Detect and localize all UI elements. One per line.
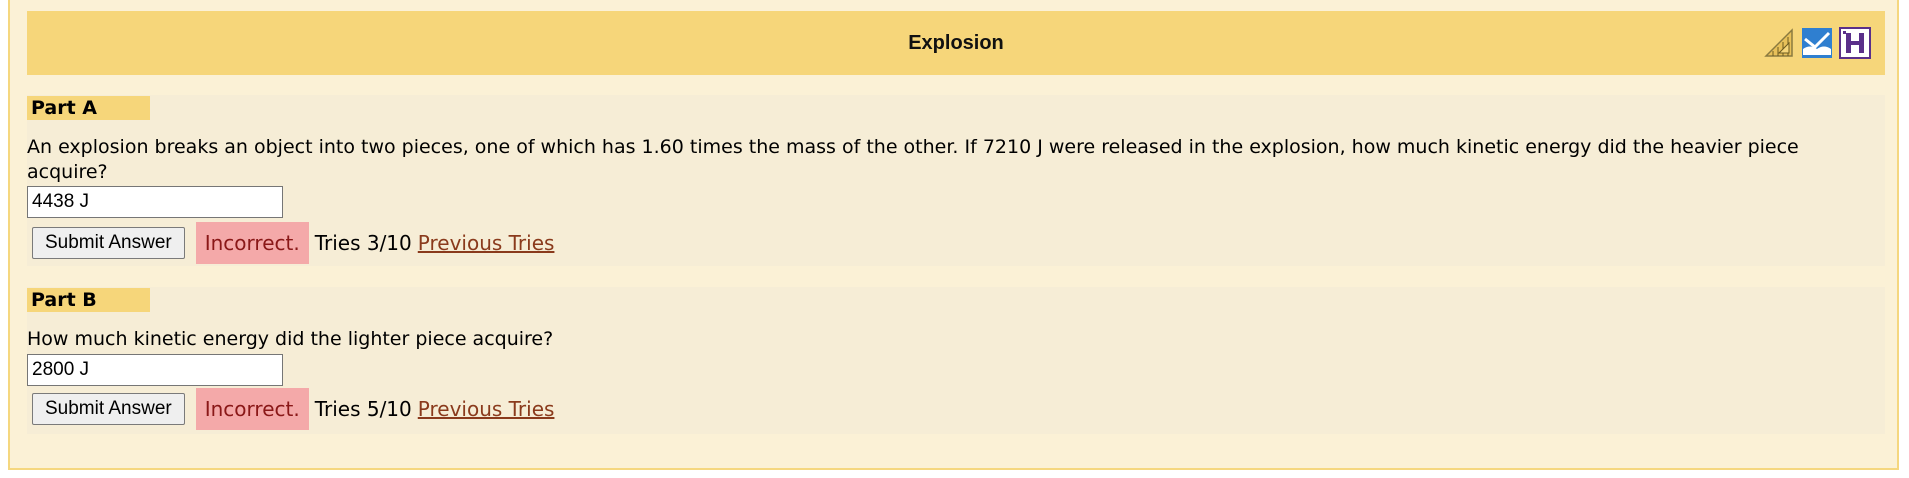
part-a-status-badge: Incorrect. [195,222,309,264]
part-b-label: Part B [27,288,150,312]
part-b-question: How much kinetic energy did the lighter … [27,328,554,350]
part-b-controls: Submit Answer Incorrect. Tries 5/10 Prev… [27,388,554,430]
part-a-controls: Submit Answer Incorrect. Tries 3/10 Prev… [27,222,554,264]
title-toolbar [1763,27,1871,59]
problem-title: Explosion [908,32,1004,54]
part-a-answer-input[interactable] [27,186,283,218]
part-b-tries-count: Tries 5/10 [314,397,412,421]
part-b-answer-input[interactable] [27,354,283,386]
part-b-submit-button[interactable]: Submit Answer [32,393,185,425]
part-b-previous-tries-link[interactable]: Previous Tries [418,397,555,421]
part-b-status-badge: Incorrect. [195,388,309,430]
part-a: Part A An explosion breaks an object int… [27,95,1885,266]
part-a-previous-tries-link[interactable]: Previous Tries [418,231,555,255]
part-a-question: An explosion breaks an object into two p… [27,136,1799,183]
feedback-triangle-icon[interactable] [1763,27,1795,59]
part-a-label: Part A [27,96,150,120]
discussion-book-icon[interactable] [1801,27,1833,59]
part-b: Part B How much kinetic energy did the l… [27,287,1885,434]
part-a-submit-button[interactable]: Submit Answer [32,227,185,259]
problem-title-bar: Explosion [27,11,1885,75]
part-a-tries-count: Tries 3/10 [314,231,412,255]
problem-panel: Explosion Part A An explosion breaks an … [8,0,1899,470]
help-h-icon[interactable] [1839,27,1871,59]
